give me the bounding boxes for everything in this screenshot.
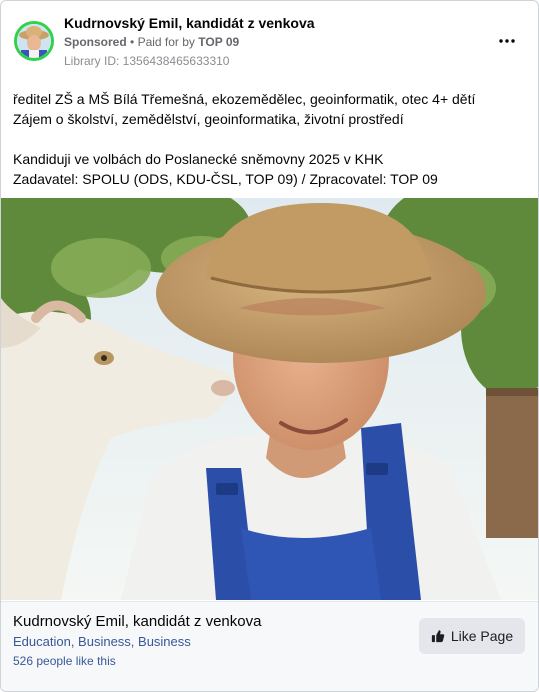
footer-page-name[interactable]: Kudrnovský Emil, kandidát z venkova xyxy=(13,613,261,630)
body-line: ředitel ZŠ a MŠ Bílá Třemešná, ekozemědě… xyxy=(13,91,476,107)
candidate-photo xyxy=(1,198,538,600)
meta-separator: • xyxy=(130,35,135,49)
more-horizontal-icon xyxy=(499,39,515,43)
page-avatar[interactable] xyxy=(14,21,54,61)
sponsored-meta: Sponsored • Paid for by TOP 09 xyxy=(64,35,239,49)
ad-image[interactable] xyxy=(1,198,538,600)
body-line: Zájem o školství, zemědělství, geoinform… xyxy=(13,111,404,127)
avatar-image xyxy=(17,24,51,58)
more-options-button[interactable] xyxy=(493,29,521,53)
ad-card: Kudrnovský Emil, kandidát z venkova Spon… xyxy=(0,0,539,692)
library-id: Library ID: 1356438465633310 xyxy=(64,54,230,68)
paid-for-by-label: Paid for by xyxy=(137,35,195,49)
like-page-button[interactable]: Like Page xyxy=(419,618,525,654)
sponsored-label[interactable]: Sponsored xyxy=(64,35,127,49)
like-page-label: Like Page xyxy=(450,628,514,644)
thumbs-up-icon xyxy=(431,630,445,643)
ad-body-text: ředitel ZŠ a MŠ Bílá Třemešná, ekozemědě… xyxy=(13,89,523,189)
page-categories[interactable]: Education, Business, Business xyxy=(13,634,191,649)
payer-name[interactable]: TOP 09 xyxy=(198,35,239,49)
ad-header: Kudrnovský Emil, kandidát z venkova Spon… xyxy=(1,1,538,81)
body-line: Kandiduji ve volbách do Poslanecké sněmo… xyxy=(13,151,384,167)
page-footer: Kudrnovský Emil, kandidát z venkova Educ… xyxy=(1,601,538,691)
page-name-link[interactable]: Kudrnovský Emil, kandidát z venkova xyxy=(64,15,315,31)
body-line: Zadavatel: SPOLU (ODS, KDU-ČSL, TOP 09) … xyxy=(13,171,438,187)
page-likes-count[interactable]: 526 people like this xyxy=(13,654,116,668)
